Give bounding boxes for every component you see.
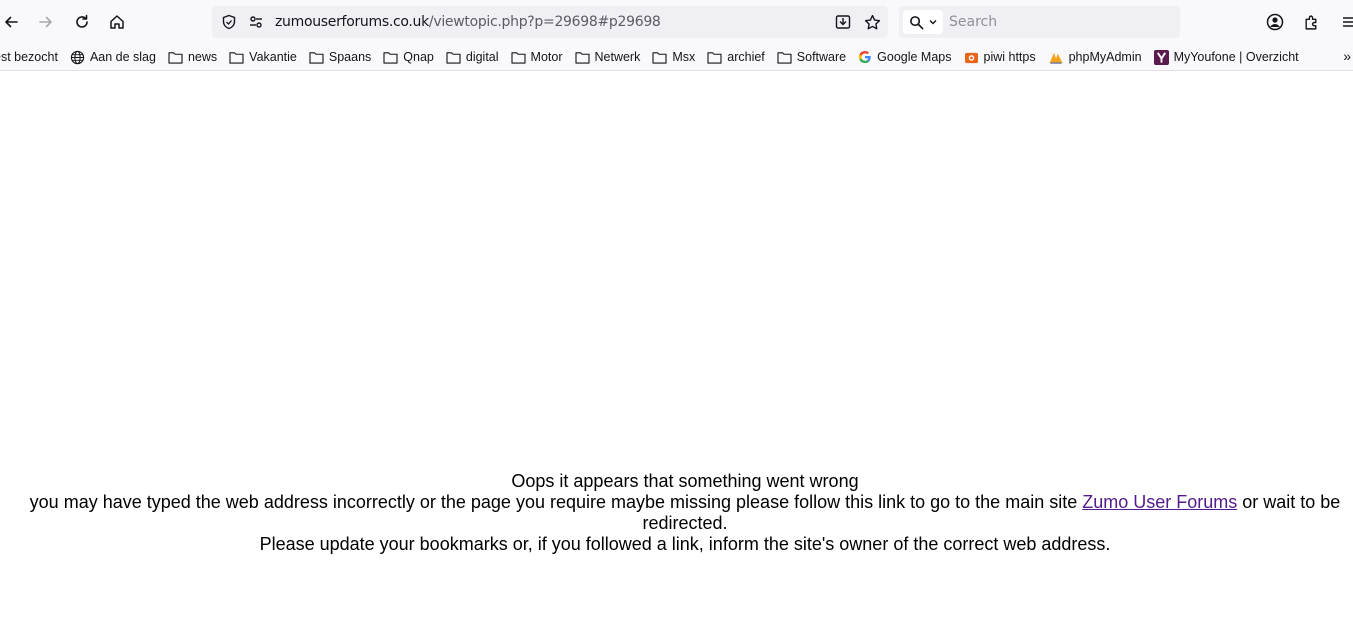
page-content: Oops it appears that something went wron…: [0, 71, 1353, 628]
folder-icon: [707, 51, 722, 64]
bookmark-most-visited[interactable]: est bezocht: [0, 48, 58, 66]
bookmark-folder-netwerk[interactable]: Netwerk: [574, 48, 641, 66]
puzzle-icon: [1304, 15, 1316, 30]
search-icon: [909, 15, 923, 29]
google-icon: [859, 51, 871, 64]
bookmark-folder-software[interactable]: Software: [777, 48, 846, 66]
explanation-text-before: you may have typed the web address incor…: [29, 492, 1083, 512]
folder-icon: [168, 51, 183, 64]
error-message: Oops it appears that something went wron…: [20, 471, 1350, 555]
bookmarks-row: est bezocht Aan de slag news Vakantie Sp…: [0, 48, 1311, 66]
bookmark-label: Aan de slag: [89, 50, 156, 64]
back-button[interactable]: [0, 7, 26, 37]
folder-icon: [309, 51, 324, 64]
piwi-icon: [964, 52, 978, 63]
address-bar[interactable]: zumouserforums.co.uk/viewtopic.php?p=296…: [212, 6, 888, 38]
url-domain: zumouserforums.co.uk: [275, 14, 429, 30]
url-path: /viewtopic.php?p=29698#p29698: [428, 14, 661, 30]
bookmark-label: Netwerk: [594, 50, 641, 64]
site-settings-icon[interactable]: [246, 12, 266, 32]
bookmark-aan-de-slag[interactable]: Aan de slag: [70, 48, 156, 66]
bookmark-phpmyadmin[interactable]: phpMyAdmin: [1048, 48, 1142, 66]
bookmark-folder-vakantie[interactable]: Vakantie: [229, 48, 297, 66]
hamburger-icon: [1343, 17, 1353, 27]
bookmark-folder-archief[interactable]: archief: [707, 48, 765, 66]
error-explanation: you may have typed the web address incor…: [20, 492, 1350, 534]
main-site-link[interactable]: Zumo User Forums: [1082, 492, 1237, 512]
bookmark-folder-spaans[interactable]: Spaans: [309, 48, 371, 66]
search-bar[interactable]: Search: [899, 6, 1180, 38]
reload-icon: [76, 14, 88, 28]
search-input[interactable]: Search: [949, 14, 997, 30]
search-engine-selector[interactable]: [903, 10, 943, 34]
bookmark-piwi-https[interactable]: piwi https: [964, 48, 1036, 66]
browser-toolbar: zumouserforums.co.uk/viewtopic.php?p=296…: [0, 0, 1353, 44]
bookmark-folder-qnap[interactable]: Qnap: [383, 48, 434, 66]
bookmark-label: news: [187, 50, 218, 64]
bookmark-label: MyYoufone | Overzicht: [1173, 50, 1299, 64]
forward-button[interactable]: [31, 7, 61, 37]
extensions-button[interactable]: [1296, 7, 1326, 37]
arrow-left-icon: [5, 16, 18, 28]
folder-icon: [383, 51, 398, 64]
error-heading: Oops it appears that something went wron…: [511, 471, 859, 491]
bookmark-label: Qnap: [403, 50, 434, 64]
home-icon: [110, 15, 124, 29]
shield-icon[interactable]: [219, 12, 239, 32]
folder-icon: [574, 51, 590, 64]
bookmark-label: digital: [465, 50, 499, 64]
bookmark-folder-news[interactable]: news: [168, 48, 217, 66]
bookmark-label: Spaans: [328, 50, 372, 64]
folder-icon: [652, 51, 667, 64]
bookmark-folder-motor[interactable]: Motor: [510, 48, 563, 66]
folder-icon: [510, 51, 526, 64]
bookmark-label: Google Maps: [877, 50, 952, 64]
arrow-right-icon: [39, 16, 52, 28]
bookmark-label: archief: [727, 50, 765, 64]
globe-icon: [70, 50, 85, 64]
bookmark-label: Motor: [530, 50, 563, 64]
bookmark-label: phpMyAdmin: [1068, 50, 1142, 64]
url-text[interactable]: zumouserforums.co.uk/viewtopic.php?p=296…: [275, 14, 661, 30]
reload-button[interactable]: [67, 7, 97, 37]
phpmyadmin-icon: [1049, 52, 1063, 64]
youfone-icon: [1153, 49, 1169, 65]
account-button[interactable]: [1260, 7, 1290, 37]
bookmarks-toolbar: est bezocht Aan de slag news Vakantie Sp…: [0, 44, 1353, 71]
menu-button[interactable]: [1334, 7, 1353, 37]
bookmark-folder-msx[interactable]: Msx: [652, 48, 695, 66]
bookmark-folder-digital[interactable]: digital: [446, 48, 499, 66]
bookmark-label: Software: [796, 50, 847, 64]
bookmark-label: piwi https: [983, 50, 1036, 64]
folder-icon: [446, 51, 461, 64]
folder-icon: [777, 51, 792, 64]
bookmarks-overflow-chevron-icon[interactable]: »: [1343, 48, 1351, 64]
folder-icon: [229, 51, 244, 64]
star-bookmark-icon[interactable]: [862, 12, 882, 32]
bookmark-label: Vakantie: [249, 50, 297, 64]
bookmark-myyoufone[interactable]: MyYoufone | Overzicht: [1153, 48, 1299, 66]
chevron-down-icon: [929, 20, 936, 25]
bookmark-label: Msx: [672, 50, 696, 64]
bookmark-update-notice: Please update your bookmarks or, if you …: [259, 534, 1111, 554]
account-icon: [1266, 13, 1284, 31]
bookmark-label: est bezocht: [0, 50, 58, 64]
home-button[interactable]: [102, 7, 132, 37]
bookmark-google-maps[interactable]: Google Maps: [858, 48, 952, 66]
save-to-pocket-icon[interactable]: [833, 12, 853, 32]
